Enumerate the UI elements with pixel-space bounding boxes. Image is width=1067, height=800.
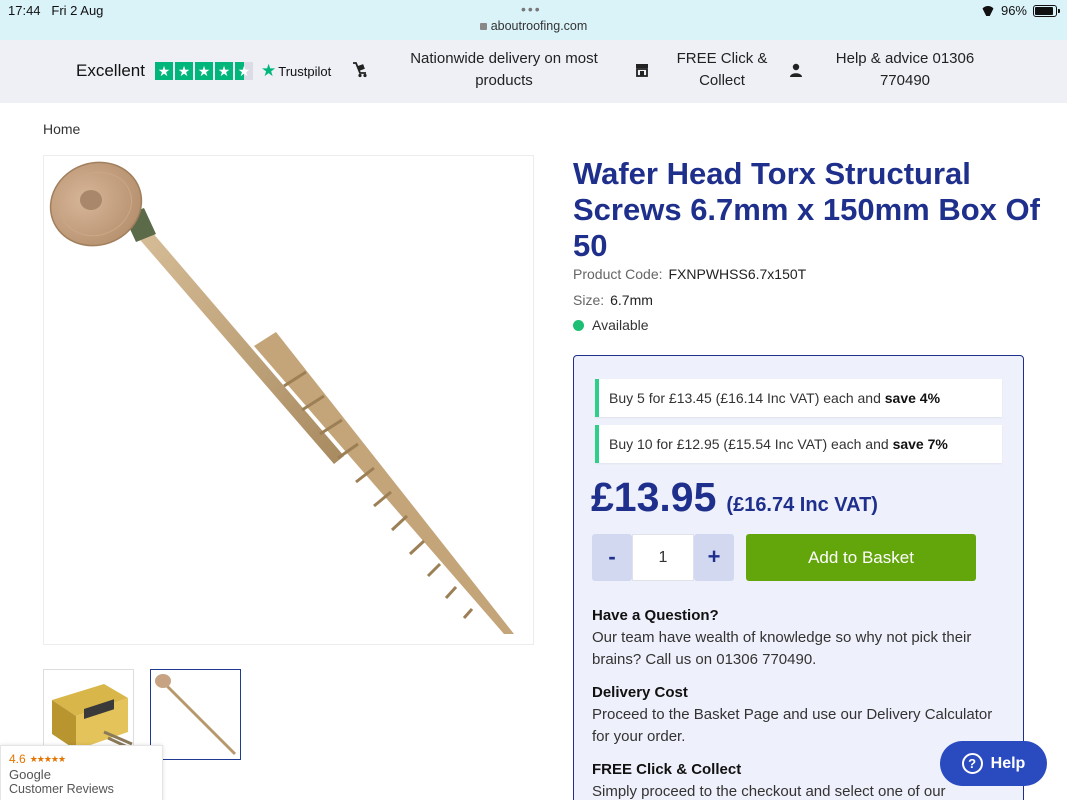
user-icon (790, 63, 802, 77)
star-icon: ★ (154, 62, 173, 80)
product-size-value: 6.7mm (610, 292, 653, 308)
question-mark-icon: ? (961, 753, 983, 774)
product-title: Wafer Head Torx Structural Screws 6.7mm … (573, 156, 1040, 263)
bulk-offer-10: Buy 10 for £12.95 (£15.54 Inc VAT) each … (595, 425, 1002, 463)
browser-status-bar: 17:44 Fri 2 Aug ••• aboutroofing.com 96% (0, 0, 1067, 40)
breadcrumb-home-link[interactable]: Home (43, 121, 80, 137)
quantity-increase-button[interactable]: + (694, 534, 734, 581)
screw-thumbnail-image (155, 674, 237, 756)
help-button-label: Help (990, 754, 1026, 772)
product-code-label: Product Code: (573, 266, 663, 282)
bulk-offer-5: Buy 5 for £13.45 (£16.14 Inc VAT) each a… (595, 379, 1002, 417)
address-bar[interactable]: aboutroofing.com (0, 19, 1067, 33)
question-heading: Have a Question? (592, 607, 719, 624)
price-inc-vat: (£16.74 Inc VAT) (726, 494, 878, 516)
google-rating-value: 4.6 (9, 752, 26, 766)
product-code-row: Product Code: FXNPWHSS6.7x150T (573, 266, 806, 282)
delivery-text: Proceed to the Basket Page and use our D… (592, 706, 993, 745)
google-label: Google (9, 767, 51, 782)
click-collect-heading: FREE Click & Collect (592, 761, 742, 778)
usp-bar: Excellent ★ ★ ★ ★ ★ ★ Trustpilot Nationwi… (0, 40, 1067, 103)
url-text: aboutroofing.com (490, 19, 588, 33)
lock-icon (479, 23, 487, 30)
star-icon: ★ (194, 62, 213, 80)
price-row: £13.95 (£16.74 Inc VAT) (591, 474, 878, 521)
quantity-input[interactable]: 1 (632, 534, 694, 581)
click-collect-text: Simply proceed to the checkout and selec… (592, 783, 946, 800)
product-code-value: FXNPWHSS6.7x150T (668, 266, 807, 282)
store-icon (636, 64, 648, 77)
screw-image (49, 161, 514, 634)
usp-help-advice[interactable]: Help & advice 01306 770490 (825, 48, 985, 92)
google-stars-icon: ★★★★★ (29, 753, 66, 764)
trustpilot-stars: ★ ★ ★ ★ ★ (154, 62, 253, 80)
battery-percent: 96% (1000, 3, 1027, 18)
help-chat-button[interactable]: ? Help (940, 741, 1047, 786)
product-size-row: Size: 6.7mm (573, 292, 653, 308)
tab-menu-dots-icon[interactable]: ••• (521, 1, 542, 17)
star-icon: ★ (174, 62, 193, 80)
bulk-offer-text: Buy 5 for £13.45 (£16.14 Inc VAT) each a… (609, 390, 885, 406)
bulk-offer-save: save 4% (884, 390, 941, 406)
trustpilot-logo: ★ Trustpilot (260, 61, 332, 80)
delivery-heading: Delivery Cost (592, 684, 688, 701)
breadcrumb: Home (43, 121, 80, 137)
price-panel: Buy 5 for £13.45 (£16.14 Inc VAT) each a… (573, 355, 1024, 800)
star-icon: ★ (214, 62, 233, 80)
usp-click-collect: FREE Click & Collect (676, 50, 768, 89)
google-reviews-label: Customer Reviews (9, 782, 114, 796)
battery-icon (1033, 4, 1060, 17)
status-right: 96% (981, 3, 1060, 18)
usp-delivery: Nationwide delivery on most products (410, 50, 598, 89)
google-reviews-badge[interactable]: 4.6 ★★★★★ Google Customer Reviews (0, 745, 163, 800)
product-size-label: Size: (573, 292, 605, 308)
question-text: Our team have wealth of knowledge so why… (592, 629, 972, 668)
trustpilot-rating-word: Excellent (76, 61, 145, 80)
trustpilot-widget[interactable]: Excellent ★ ★ ★ ★ ★ ★ Trustpilot (76, 61, 331, 81)
trolley-icon (353, 62, 367, 78)
product-main-image[interactable] (43, 155, 534, 645)
quantity-decrease-button[interactable]: - (592, 534, 632, 581)
bulk-offer-text: Buy 10 for £12.95 (£15.54 Inc VAT) each … (609, 436, 893, 452)
bulk-offer-save: save 7% (892, 436, 948, 452)
thumbnail-screw[interactable] (150, 669, 241, 760)
status-time: 17:44 Fri 2 Aug (8, 3, 104, 18)
availability-dot-icon (573, 319, 584, 331)
availability-status: Available (573, 317, 649, 333)
half-star-icon: ★ (234, 62, 253, 80)
wifi-icon (981, 6, 995, 16)
add-to-basket-button[interactable]: Add to Basket (746, 534, 976, 581)
availability-text: Available (592, 317, 649, 333)
google-rating: 4.6 ★★★★★ (9, 752, 154, 766)
price-ex-vat: £13.95 (591, 474, 717, 520)
